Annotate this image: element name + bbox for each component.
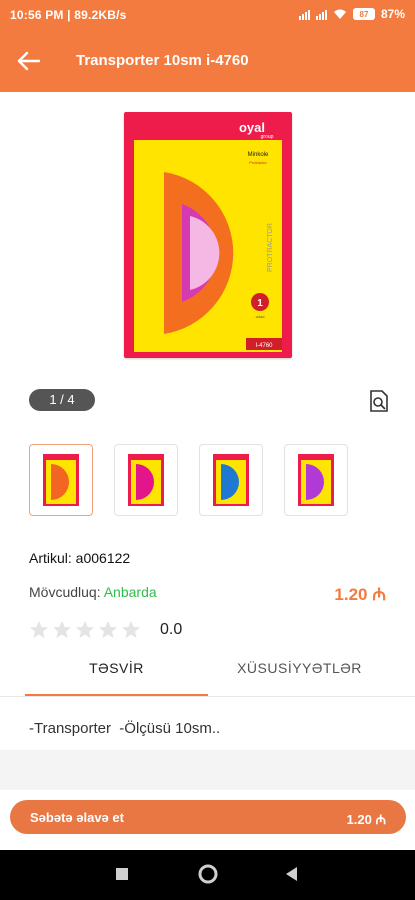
availability: Mövcudluq: Anbarda bbox=[29, 584, 157, 600]
cellular-signal-icon bbox=[298, 8, 310, 20]
card-title-text: Minkole bbox=[248, 152, 269, 158]
thumbnail-image bbox=[213, 454, 249, 506]
card-sub-text: Protractor bbox=[249, 160, 267, 165]
home-icon[interactable] bbox=[198, 864, 218, 884]
star-icon[interactable] bbox=[121, 620, 141, 640]
availability-value: Anbarda bbox=[103, 584, 157, 600]
thumbnail-2[interactable] bbox=[114, 444, 178, 516]
thumbnail-image bbox=[43, 454, 79, 506]
page-title: Transporter 10sm i-4760 bbox=[76, 52, 249, 69]
add-to-cart-button[interactable]: Səbətə əlavə et 1.20 ₼ bbox=[10, 800, 406, 834]
star-icon[interactable] bbox=[52, 620, 72, 640]
brand-sub-text: group bbox=[261, 134, 274, 140]
battery-level: 87 bbox=[359, 9, 369, 19]
tabs-divider bbox=[0, 696, 415, 697]
article-number: Artikul: a006122 bbox=[29, 550, 131, 566]
zoom-icon[interactable] bbox=[366, 388, 392, 414]
star-icon[interactable] bbox=[29, 620, 49, 640]
battery-icon: 87 bbox=[352, 8, 375, 20]
brand-logo-text: oyal bbox=[239, 120, 265, 135]
status-time: 10:56 PM | 89.2KB/s bbox=[10, 8, 127, 22]
status-bar: 10:56 PM | 89.2KB/s 87 87% bbox=[0, 0, 415, 30]
tab-specifications[interactable]: XÜSUSİYYƏTLƏR bbox=[208, 660, 391, 694]
back-nav-icon[interactable] bbox=[284, 866, 298, 882]
product-packaging-illustration: oyal group Minkole Protractor PROTRACTOR… bbox=[134, 120, 282, 352]
star-icon[interactable] bbox=[98, 620, 118, 640]
recents-icon[interactable] bbox=[116, 868, 128, 880]
back-arrow-icon[interactable] bbox=[16, 48, 42, 74]
product-code-text: I-4760 bbox=[255, 343, 273, 349]
add-to-cart-label: Səbətə əlavə et bbox=[30, 810, 124, 825]
collapsed-section[interactable] bbox=[0, 750, 415, 790]
status-icons: 87 87% bbox=[298, 7, 405, 21]
side-text: PROTRACTOR bbox=[267, 223, 274, 272]
app-bar: Transporter 10sm i-4760 bbox=[0, 30, 415, 92]
thumbnail-1[interactable] bbox=[29, 444, 93, 516]
image-counter: 1 / 4 bbox=[29, 389, 95, 411]
rating-value: 0.0 bbox=[160, 621, 183, 638]
thumbnail-3[interactable] bbox=[199, 444, 263, 516]
star-icon[interactable] bbox=[75, 620, 95, 640]
battery-percent: 87% bbox=[380, 7, 405, 21]
cellular-signal-icon-2 bbox=[315, 8, 327, 20]
thumbnail-image bbox=[298, 454, 334, 506]
product-image[interactable]: oyal group Minkole Protractor PROTRACTOR… bbox=[124, 112, 292, 358]
rating-stars[interactable] bbox=[29, 620, 141, 640]
add-to-cart-price: 1.20 ₼ bbox=[346, 812, 386, 827]
product-description: -Transporter -Ölçüsü 10sm.. bbox=[29, 720, 221, 737]
availability-label: Mövcudluq: bbox=[29, 584, 101, 600]
thumbnail-4[interactable] bbox=[284, 444, 348, 516]
wifi-icon bbox=[333, 9, 346, 19]
count-text: 1 bbox=[257, 298, 263, 309]
tab-description[interactable]: TƏSVİR bbox=[25, 660, 208, 696]
system-nav-bar bbox=[0, 850, 415, 900]
thumbnail-image bbox=[128, 454, 164, 506]
count-label-text: ədəd bbox=[256, 314, 265, 319]
product-price: 1.20 ₼ bbox=[334, 585, 386, 604]
